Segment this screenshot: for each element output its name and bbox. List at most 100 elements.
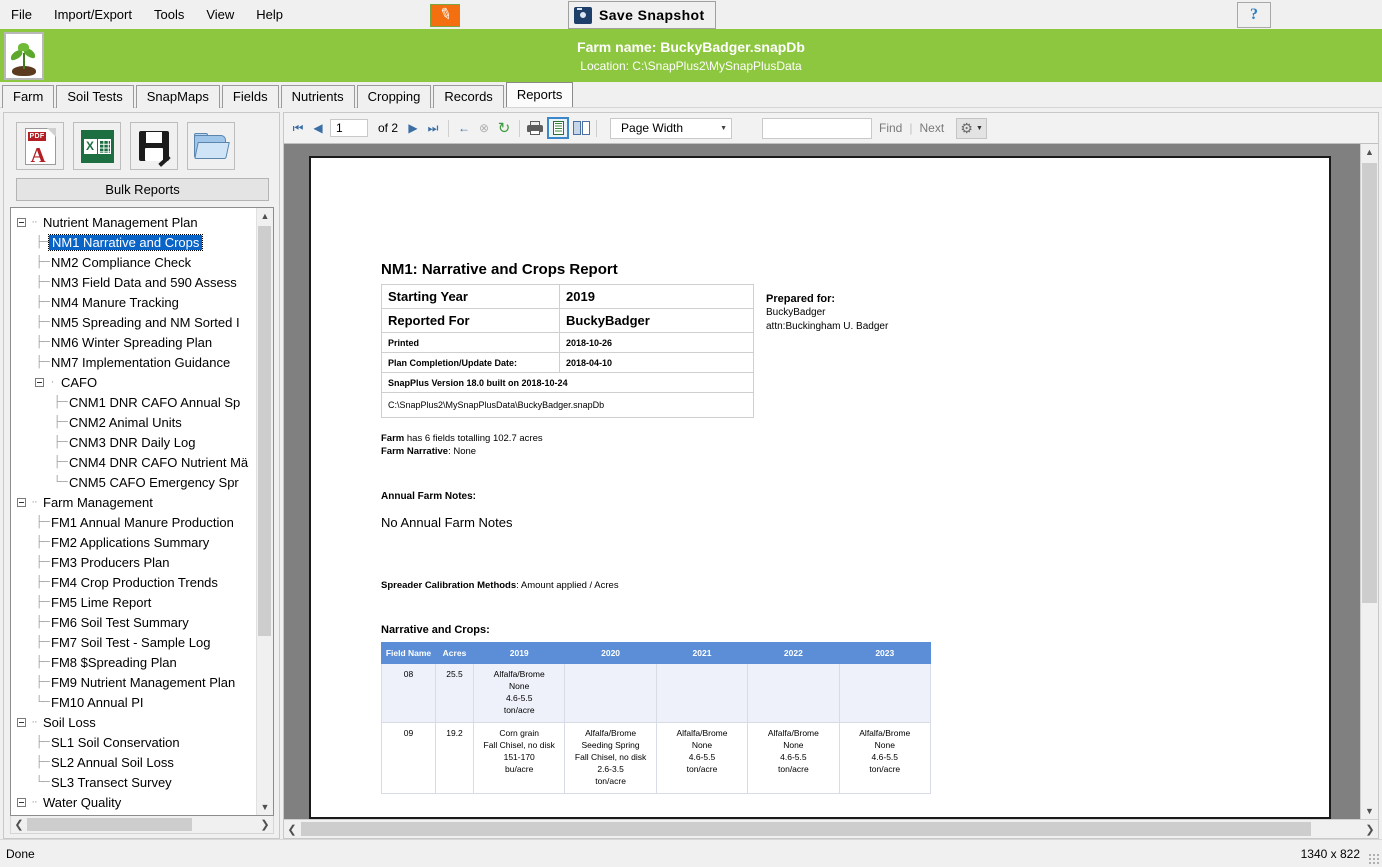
viewer-settings-button[interactable]: ⚙ ▼ — [956, 117, 988, 139]
export-excel-button[interactable]: X — [73, 122, 121, 170]
scroll-down-icon[interactable]: ▼ — [1361, 803, 1378, 819]
scroll-down-icon[interactable]: ▼ — [257, 799, 273, 815]
banner-text-group: Farm name: BuckyBadger.snapDb Location: … — [0, 29, 1382, 82]
tree-item-cnm1-dnr-cafo-annual[interactable]: ├─ CNM1 DNR CAFO Annual Sp — [14, 392, 256, 412]
save-report-button[interactable] — [130, 122, 178, 170]
tree-item-nm6-winter-spreading-plan[interactable]: ├─ NM6 Winter Spreading Plan — [14, 332, 256, 352]
scroll-right-icon[interactable]: ❯ — [257, 817, 273, 832]
reports-tree[interactable]: ·· Nutrient Management Plan ├─ NM1 Narrati… — [11, 208, 256, 815]
tree-item-fm1-annual-manure-production[interactable]: ├─ FM1 Annual Manure Production — [14, 512, 256, 532]
collapse-icon[interactable] — [17, 217, 26, 227]
collapse-icon[interactable] — [35, 377, 44, 387]
tree-item-nm4-manure-tracking[interactable]: ├─ NM4 Manure Tracking — [14, 292, 256, 312]
menu-item-file[interactable]: File — [0, 4, 43, 25]
tree-item-sl2-annual-soil-loss[interactable]: ├─ SL2 Annual Soil Loss — [14, 752, 256, 772]
refresh-button[interactable]: ↻ — [494, 117, 514, 139]
tree-item-cnm2-animal-units[interactable]: ├─ CNM2 Animal Units — [14, 412, 256, 432]
tree-item-cnm5-cafo-emergency[interactable]: └─ CNM5 CAFO Emergency Spr — [14, 472, 256, 492]
tab-cropping[interactable]: Cropping — [356, 85, 432, 108]
tree-item-sl1-soil-conservation[interactable]: ├─ SL1 Soil Conservation — [14, 732, 256, 752]
tree-item-cnm3-dnr-daily-log[interactable]: ├─ CNM3 DNR Daily Log — [14, 432, 256, 452]
stop-button[interactable]: ⊗ — [474, 117, 494, 139]
tree-node-farm-management[interactable]: ·· Farm Management — [14, 492, 256, 512]
spreader-label: Spreader Calibration Methods — [381, 580, 517, 591]
tree-node-nutrient-management-plan[interactable]: ·· Nutrient Management Plan — [14, 212, 256, 232]
tree-node-soil-loss[interactable]: ·· Soil Loss — [14, 712, 256, 732]
tree-item-fm7-soil-test-sample-log[interactable]: ├─ FM7 Soil Test - Sample Log — [14, 632, 256, 652]
scroll-left-icon[interactable]: ❮ — [284, 822, 300, 837]
scroll-right-icon[interactable]: ❯ — [1362, 822, 1378, 837]
collapse-icon[interactable] — [17, 717, 26, 727]
find-next-button[interactable]: Next — [912, 121, 951, 135]
ruler-icon-button[interactable]: ✎ — [430, 4, 460, 27]
scroll-up-icon[interactable]: ▲ — [1361, 144, 1378, 160]
tree-item-fm9-nutrient-management-plan[interactable]: ├─ FM9 Nutrient Management Plan — [14, 672, 256, 692]
scroll-up-icon[interactable]: ▲ — [257, 208, 273, 224]
two-page-view-button[interactable] — [571, 117, 591, 139]
report-viewer-panel: ⏮ ◀ 1 of 2 ▶ ⏭ ← ⊗ ↻ Page Width ▼ Find |… — [283, 112, 1379, 839]
tab-fields[interactable]: Fields — [221, 85, 279, 108]
resize-grip-icon[interactable] — [1368, 853, 1379, 864]
menu-item-tools[interactable]: Tools — [143, 4, 195, 25]
viewer-hscroll-thumb[interactable] — [301, 822, 1311, 836]
viewer-horizontal-scrollbar[interactable]: ❮ ❯ — [284, 819, 1378, 838]
find-button[interactable]: Find — [872, 121, 909, 135]
tab-soil-tests[interactable]: Soil Tests — [56, 85, 134, 108]
tree-item-fm4-crop-production-trends[interactable]: ├─ FM4 Crop Production Trends — [14, 572, 256, 592]
tab-records[interactable]: Records — [433, 85, 504, 108]
viewer-scroll-thumb[interactable] — [1362, 163, 1377, 603]
farm-fields-line: Farm has 6 fields totalling 102.7 acres — [381, 432, 1329, 445]
farm-name-label: Farm name: BuckyBadger.snapDb — [577, 38, 805, 55]
bulk-reports-button[interactable]: Bulk Reports — [16, 178, 269, 201]
tree-item-fm2-applications-summary[interactable]: ├─ FM2 Applications Summary — [14, 532, 256, 552]
save-snapshot-button[interactable]: Save Snapshot — [568, 1, 716, 29]
previous-page-button[interactable]: ◀ — [308, 117, 328, 139]
tab-snapmaps[interactable]: SnapMaps — [135, 85, 220, 108]
tree-item-fm8-spreading-plan[interactable]: ├─ FM8 $Spreading Plan — [14, 652, 256, 672]
tree-item-fm5-lime-report[interactable]: ├─ FM5 Lime Report — [14, 592, 256, 612]
seedling-logo-icon[interactable] — [4, 31, 44, 80]
tree-scroll-thumb[interactable] — [258, 226, 271, 636]
tab-farm[interactable]: Farm — [2, 85, 55, 108]
tree-item-nm5-spreading[interactable]: ├─ NM5 Spreading and NM Sorted I — [14, 312, 256, 332]
tree-item-fm6-soil-test-summary[interactable]: ├─ FM6 Soil Test Summary — [14, 612, 256, 632]
menu-item-help[interactable]: Help — [245, 4, 294, 25]
next-page-button[interactable]: ▶ — [403, 117, 423, 139]
tree-node-cafo[interactable]: · CAFO — [14, 372, 256, 392]
tree-item-fm3-producers-plan[interactable]: ├─ FM3 Producers Plan — [14, 552, 256, 572]
tree-dash: └─ — [35, 776, 50, 788]
tree-node-water-quality[interactable]: ·· Water Quality — [14, 792, 256, 812]
tab-nutrients[interactable]: Nutrients — [280, 85, 355, 108]
folder-open-icon — [194, 133, 230, 159]
scroll-left-icon[interactable]: ❮ — [11, 817, 27, 832]
help-button[interactable]: ? — [1237, 2, 1271, 28]
single-page-view-button[interactable] — [547, 117, 570, 139]
tree-item-nm1-narrative-and-crops[interactable]: ├─ NM1 Narrative and Crops — [14, 232, 256, 252]
first-page-button[interactable]: ⏮ — [288, 117, 308, 139]
viewer-vertical-scrollbar[interactable]: ▲ ▼ — [1360, 144, 1378, 819]
tree-vertical-scrollbar[interactable]: ▲ ▼ — [256, 208, 273, 815]
export-pdf-button[interactable]: PDF A — [16, 122, 64, 170]
pdf-badge-label: PDF — [27, 131, 47, 141]
page-number-input[interactable]: 1 — [330, 119, 368, 137]
tree-hscroll-thumb[interactable] — [27, 818, 192, 831]
tree-item-nm7-implementation-guidance[interactable]: ├─ NM7 Implementation Guidance — [14, 352, 256, 372]
tree-item-nm3-field-data[interactable]: ├─ NM3 Field Data and 590 Assess — [14, 272, 256, 292]
zoom-level-select[interactable]: Page Width ▼ — [610, 117, 733, 139]
back-arrow-button[interactable]: ← — [454, 117, 474, 139]
collapse-icon[interactable] — [17, 497, 26, 507]
menu-item-import-export[interactable]: Import/Export — [43, 4, 143, 25]
last-page-button[interactable]: ⏭ — [423, 117, 443, 139]
tree-item-fm10-annual-pi[interactable]: └─ FM10 Annual PI — [14, 692, 256, 712]
tree-item-cnm4-dnr-cafo-nutrient[interactable]: ├─ CNM4 DNR CAFO Nutrient Mä — [14, 452, 256, 472]
open-folder-button[interactable] — [187, 122, 235, 170]
tab-reports[interactable]: Reports — [505, 82, 574, 107]
collapse-icon[interactable] — [17, 797, 26, 807]
tree-item-nm2-compliance-check[interactable]: ├─ NM2 Compliance Check — [14, 252, 256, 272]
find-input[interactable] — [762, 117, 873, 139]
print-button[interactable] — [525, 117, 545, 139]
tree-item-sl3-transect-survey[interactable]: └─ SL3 Transect Survey — [14, 772, 256, 792]
tree-horizontal-scrollbar[interactable]: ❮ ❯ — [10, 816, 274, 834]
tree-hscroll-track[interactable] — [27, 817, 257, 832]
menu-item-view[interactable]: View — [195, 4, 245, 25]
